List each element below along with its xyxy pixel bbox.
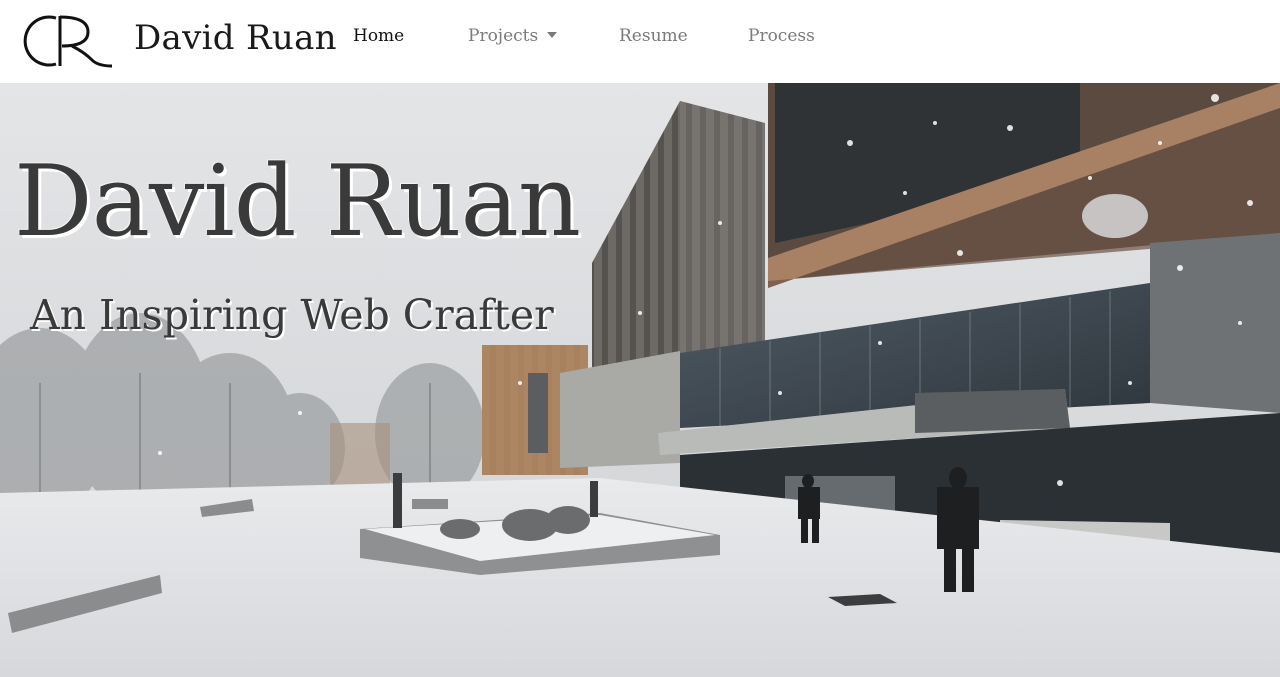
navbar: David Ruan Home Projects Resume Process	[0, 0, 1280, 83]
nav-link-resume[interactable]: Resume	[619, 26, 688, 46]
brand-name[interactable]: David Ruan	[134, 18, 337, 58]
nav-link-projects[interactable]: Projects	[468, 26, 558, 46]
hero-title: David Ruan	[14, 145, 581, 259]
caret-down-icon	[547, 32, 558, 38]
nav-link-projects-label: Projects	[468, 26, 539, 46]
hero-banner: David Ruan An Inspiring Web Crafter	[0, 83, 1280, 677]
dr-logo-icon[interactable]	[22, 12, 114, 70]
nav-link-home[interactable]: Home	[353, 26, 404, 46]
hero-subtitle: An Inspiring Web Crafter	[30, 291, 554, 339]
nav-link-process[interactable]: Process	[748, 26, 815, 46]
